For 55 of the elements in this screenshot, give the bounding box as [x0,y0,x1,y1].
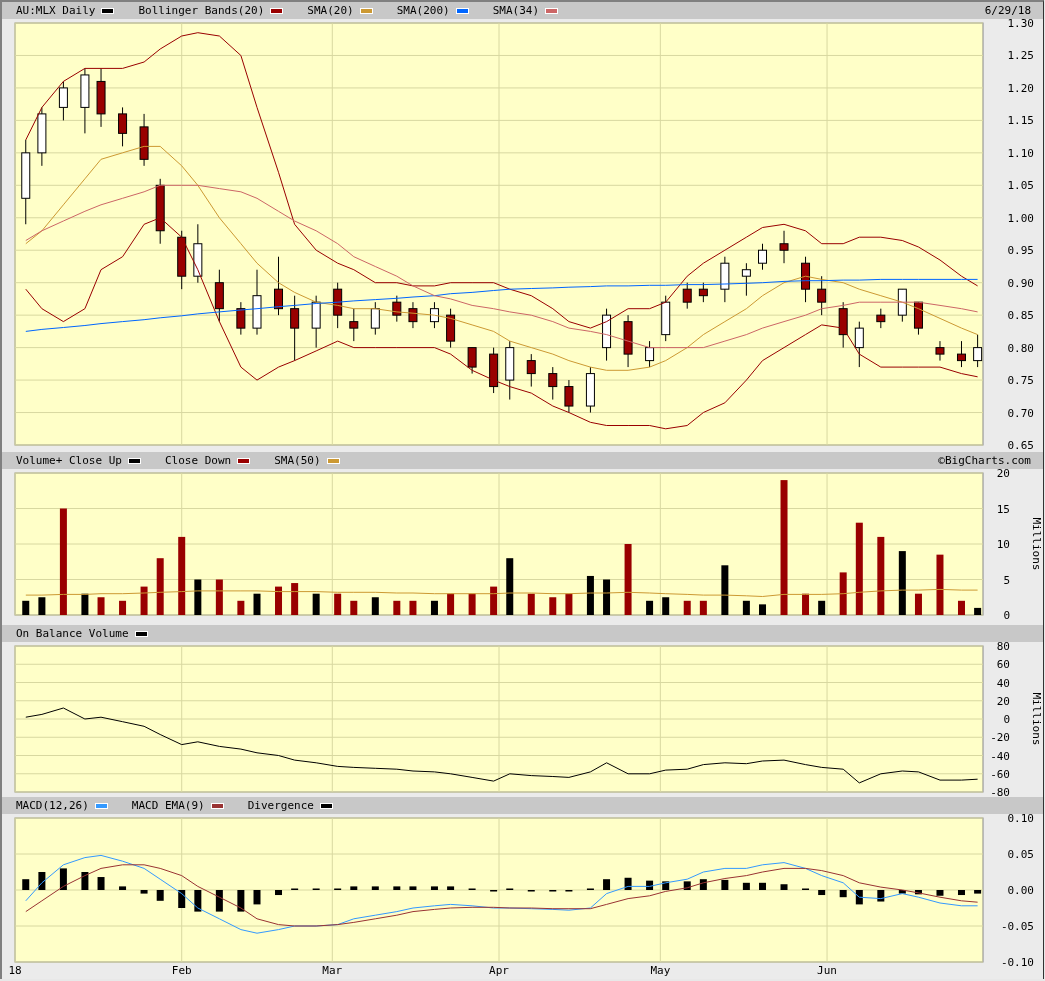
axis-label: 80 [996,642,1010,653]
axis-label: 1.05 [1007,179,1034,193]
axis-label: 1.30 [1007,19,1034,30]
axis-label: 1.20 [1007,81,1034,95]
axis-label: 0.65 [1007,439,1034,452]
axis-label: 5 [1003,573,1010,587]
axis-label: 0.10 [1007,814,1034,825]
axis-label: 10 [996,538,1010,551]
axis-label: 0.80 [1007,341,1034,355]
axis-label: 0.00 [1007,884,1034,897]
axis-label: 0 [1003,713,1010,726]
axis-title: Millions [1030,692,1043,746]
axis-label: Mar [322,964,343,977]
axis-label: -80 [990,786,1010,797]
axis-label: 1.25 [1007,49,1034,63]
axis-label: 0.70 [1007,406,1034,420]
axis-label: 0 [1003,609,1010,622]
axis-label: 1.10 [1007,146,1034,160]
axis-label: 0.90 [1007,276,1034,290]
axis-label: 20 [996,469,1010,480]
legend-label: MACD(12,26) [16,799,89,812]
axis-label: Jun [817,964,837,977]
axis-label: Apr [489,964,509,977]
axis-label: 0.75 [1007,374,1034,388]
legend-label: SMA(50) [274,454,321,467]
axis-label: 0.05 [1007,848,1034,861]
axis-label: 15 [996,502,1010,516]
axis-label: -20 [990,731,1010,745]
axis-label: 1.15 [1007,114,1034,128]
legend-label: SMA(200) [396,4,450,17]
legend-label: MACD EMA(9) [131,799,205,812]
legend-label: Divergence [247,799,314,812]
axis-label: -60 [990,767,1010,781]
axis-label: 0.85 [1007,309,1034,323]
axis-label: -40 [990,749,1010,763]
axis-title: Millions [1030,517,1043,571]
axis-label: -0.10 [1000,956,1034,969]
axis-label: 18 [8,964,22,977]
axis-label: -0.05 [1000,920,1034,933]
axis-label: 1.00 [1007,211,1034,225]
axis-label: Feb [171,964,192,977]
axis-label: 0.95 [1007,244,1034,258]
axis-label: 20 [996,694,1010,708]
legend-label: SMA(34) [492,4,540,17]
copyright-text: ©BigCharts.com [938,454,1031,467]
legend-label: Close Down [164,454,232,467]
legend-label: AU:MLX Daily [16,4,96,17]
legend-label: Bollinger Bands(20) [138,4,265,17]
chart-date: 6/29/18 [984,4,1031,17]
legend-label: On Balance Volume [16,627,129,640]
legend-label: SMA(20) [307,4,354,17]
legend-label: Volume+ Close Up [16,454,122,467]
axis-label: 60 [996,658,1010,672]
axis-label: 40 [996,676,1010,690]
axis-label: May [650,964,671,977]
